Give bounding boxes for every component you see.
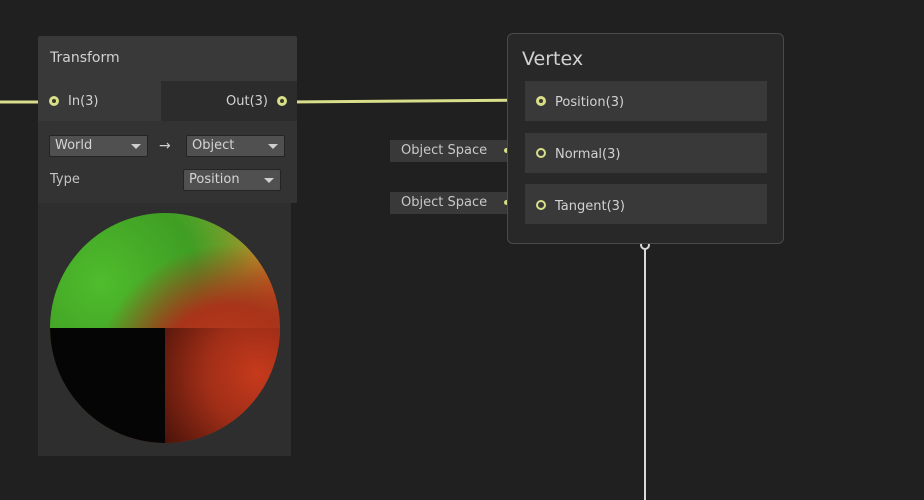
- position-port-icon[interactable]: [536, 96, 546, 106]
- graph-canvas[interactable]: Transform In(3) Out(3) World → Object Ty…: [0, 0, 924, 500]
- chevron-down-icon: [268, 144, 278, 149]
- tangent-space-chip[interactable]: Object Space: [390, 192, 518, 214]
- from-space-value: World: [55, 138, 93, 153]
- to-space-dropdown[interactable]: Object: [186, 135, 285, 157]
- vertex-node[interactable]: Vertex Position(3) Normal(3) Tangent(3): [507, 33, 784, 244]
- input-port-label: In(3): [68, 94, 99, 109]
- output-port-icon[interactable]: [277, 96, 287, 106]
- sphere-red-quadrant: [165, 328, 280, 443]
- transform-node-title: Transform: [50, 50, 120, 66]
- node-preview[interactable]: [38, 203, 291, 456]
- transform-node-ports: In(3) Out(3): [38, 81, 297, 121]
- input-port-icon[interactable]: [49, 96, 59, 106]
- chevron-down-icon: [131, 144, 141, 149]
- normal-space-label: Object Space: [401, 143, 488, 158]
- type-dropdown[interactable]: Position: [183, 169, 281, 191]
- preview-sphere: [50, 213, 280, 443]
- type-value: Position: [189, 172, 240, 187]
- transform-node-header[interactable]: Transform: [38, 36, 297, 81]
- arrow-right-icon: →: [159, 138, 171, 154]
- type-label: Type: [50, 172, 80, 187]
- normal-space-chip[interactable]: Object Space: [390, 140, 518, 162]
- vertex-port-tangent[interactable]: Tangent(3): [525, 184, 767, 224]
- sphere-dark-quadrant: [50, 328, 165, 443]
- edge-transform-to-position[interactable]: [286, 98, 541, 104]
- vertex-port-normal[interactable]: Normal(3): [525, 133, 767, 173]
- tangent-port-icon[interactable]: [536, 200, 546, 210]
- tangent-port-label: Tangent(3): [555, 199, 625, 214]
- normal-port-icon[interactable]: [536, 148, 546, 158]
- to-space-value: Object: [192, 138, 235, 153]
- vertex-node-title: Vertex: [522, 48, 584, 70]
- output-port-label: Out(3): [226, 94, 268, 109]
- transform-node[interactable]: Transform In(3) Out(3) World → Object Ty…: [38, 36, 297, 456]
- normal-port-label: Normal(3): [555, 147, 621, 162]
- from-space-dropdown[interactable]: World: [49, 135, 148, 157]
- chevron-down-icon: [264, 178, 274, 183]
- position-port-label: Position(3): [555, 95, 625, 110]
- tangent-space-label: Object Space: [401, 195, 488, 210]
- vertex-port-position[interactable]: Position(3): [525, 81, 767, 121]
- transform-input-slot[interactable]: In(3): [38, 81, 161, 121]
